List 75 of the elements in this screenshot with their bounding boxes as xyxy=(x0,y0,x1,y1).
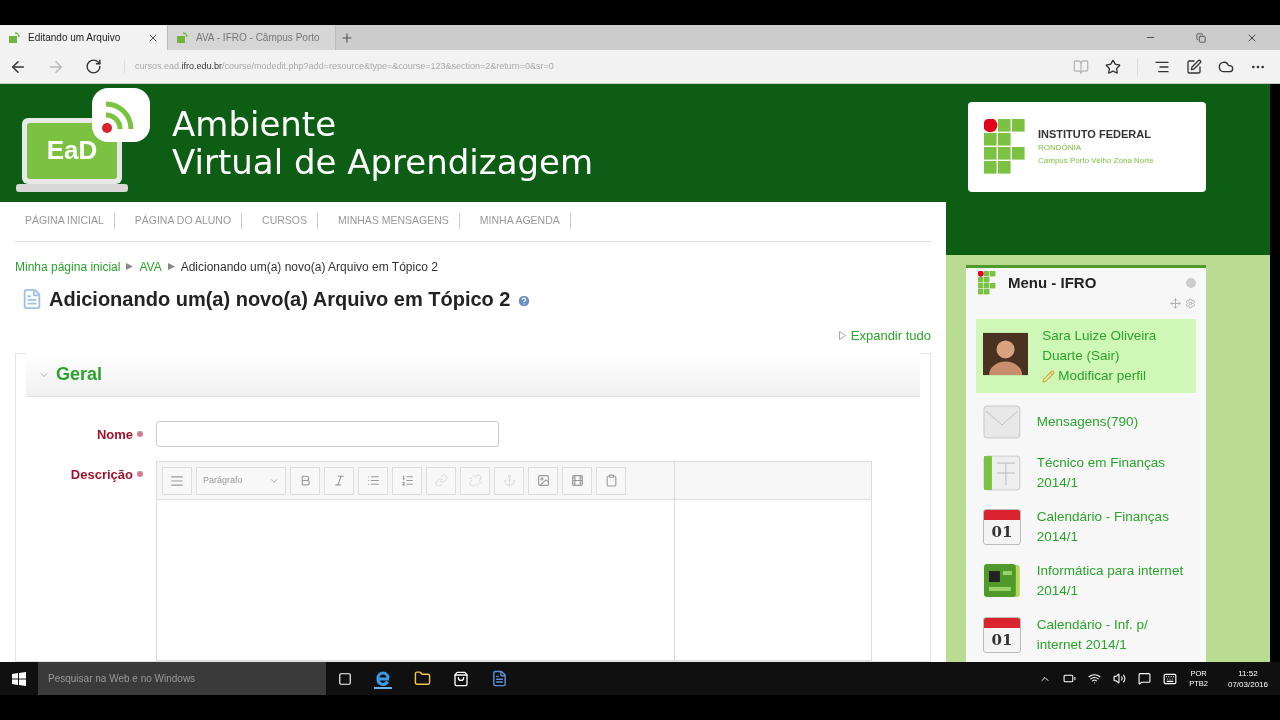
search-field[interactable]: Pesquisar na Web e no Windows xyxy=(38,662,326,695)
nav-link[interactable]: PÁGINA INICIAL xyxy=(15,213,115,229)
site-icon xyxy=(176,31,188,44)
browser-tab[interactable]: AVA - IFRO - Câmpus Porto xyxy=(168,25,336,50)
menu-link[interactable]: Mensagens(790) xyxy=(1036,412,1196,432)
breadcrumb-current: Adicionando um(a) novo(a) Arquivo em Tópico 2 xyxy=(180,258,438,276)
toolbar-toggle-icon[interactable] xyxy=(170,473,184,488)
ifro-logo-icon xyxy=(978,271,996,295)
battery-icon[interactable] xyxy=(1063,672,1077,685)
file-icon xyxy=(21,287,43,310)
menu-link[interactable]: Técnico em Finanças 2014/1 xyxy=(1036,453,1196,493)
document-app-icon[interactable] xyxy=(491,670,508,687)
bullet-list-icon[interactable] xyxy=(366,474,380,487)
store-icon[interactable] xyxy=(453,670,469,687)
expand-arrow-icon xyxy=(838,330,846,340)
block-title: Menu - IFRO xyxy=(1008,272,1098,293)
calendar-icon: 01 xyxy=(983,617,1021,653)
tab-title: Editando um Arquivo xyxy=(28,31,122,45)
calendar-icon: 01 xyxy=(983,509,1021,545)
ifro-logo-icon xyxy=(984,119,1026,175)
rich-text-editor[interactable]: Parágrafo xyxy=(156,461,872,661)
network-icon[interactable] xyxy=(1088,672,1102,685)
section-header[interactable]: Geral xyxy=(26,353,920,397)
breadcrumb-separator-icon xyxy=(126,263,134,270)
tab-title: AVA - IFRO - Câmpus Porto xyxy=(196,31,321,45)
pencil-icon xyxy=(1042,369,1056,383)
clock-date[interactable]: 07/03/2016 xyxy=(1227,678,1268,690)
user-name[interactable]: Sara Luize Oliveira Duarte (Sair) xyxy=(1042,326,1189,366)
page-heading: Adicionando um(a) novo(a) Arquivo em Tópico 2 xyxy=(49,286,511,312)
field-label: Nome xyxy=(96,426,133,444)
breadcrumb-link[interactable]: AVA xyxy=(139,257,162,276)
site-icon xyxy=(8,31,20,44)
breadcrumb-separator-icon xyxy=(167,263,175,270)
institution-name: INSTITUTO FEDERAL xyxy=(1038,127,1152,141)
required-icon xyxy=(137,431,143,437)
logo-text: EaD xyxy=(46,134,98,168)
expand-all-link[interactable]: Expandir tudo xyxy=(850,325,931,345)
help-icon[interactable] xyxy=(516,293,531,308)
menu-link[interactable]: Calendário - Finanças 2014/1 xyxy=(1036,507,1196,547)
nav-link[interactable]: PÁGINA DO ALUNO xyxy=(124,213,243,229)
notifications-icon[interactable] xyxy=(1138,672,1152,685)
institution-campus: Campus Porto Velho Zona Norte xyxy=(1038,154,1154,167)
windows-icon[interactable] xyxy=(12,671,26,686)
numbered-list-icon[interactable] xyxy=(400,474,414,487)
image-icon[interactable] xyxy=(536,474,550,487)
format-dropdown[interactable]: Parágrafo xyxy=(196,466,286,495)
nav-link[interactable]: CURSOS xyxy=(252,213,318,229)
file-manager-icon[interactable] xyxy=(604,474,618,487)
restore-icon[interactable] xyxy=(1196,32,1206,43)
refresh-icon[interactable] xyxy=(85,58,102,75)
media-icon[interactable] xyxy=(570,474,584,487)
institution-state: RONDÔNIA xyxy=(1038,141,1083,154)
keyboard-icon[interactable] xyxy=(1163,671,1178,686)
app-icon xyxy=(983,563,1021,599)
favorite-icon[interactable] xyxy=(1105,58,1121,75)
edit-profile-link[interactable]: Modificar perfil xyxy=(1058,366,1146,386)
field-label: Descrição xyxy=(70,466,133,484)
menu-link[interactable]: Informática para internet 2014/1 xyxy=(1036,561,1196,601)
book-icon xyxy=(983,455,1021,491)
nav-link[interactable]: MINHAS MENSAGENS xyxy=(328,213,460,229)
clock-time[interactable]: 11:52 xyxy=(1238,667,1258,679)
browser-tab[interactable]: Editando um Arquivo xyxy=(0,25,168,50)
envelope-icon xyxy=(983,405,1021,439)
volume-icon[interactable] xyxy=(1113,672,1127,685)
required-icon xyxy=(137,471,143,477)
breadcrumb-link[interactable]: Minha página inicial xyxy=(15,257,121,276)
site-title: Virtual de Aprendizagem xyxy=(172,142,594,181)
task-view-icon[interactable] xyxy=(338,671,352,686)
note-icon[interactable] xyxy=(1186,58,1202,75)
menu-link[interactable]: Calendário - Inf. p/ internet 2014/1 xyxy=(1036,615,1196,655)
folder-icon[interactable] xyxy=(414,670,431,687)
nav-link[interactable]: MINHA AGENDA xyxy=(469,213,571,229)
section-title: Geral xyxy=(56,363,103,386)
site-title: Ambiente xyxy=(172,104,338,143)
name-field[interactable] xyxy=(156,421,499,447)
